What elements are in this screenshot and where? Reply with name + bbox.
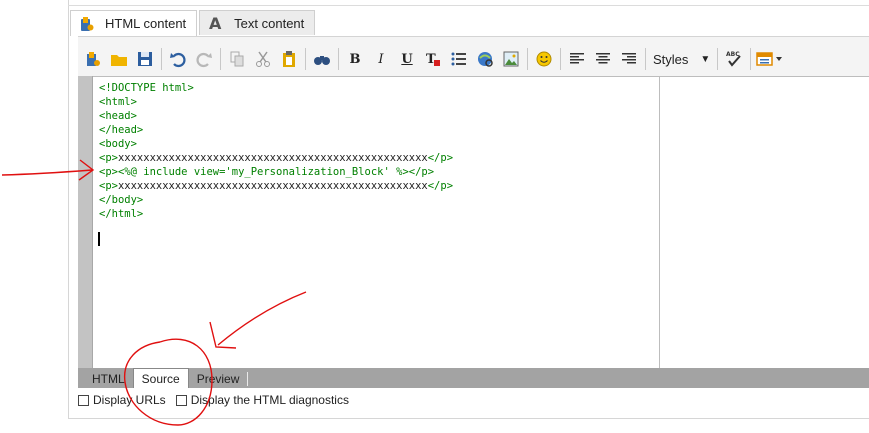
view-mode-tabs: HTML Source Preview	[78, 368, 869, 388]
toolbar-separator	[305, 48, 306, 70]
svg-text:A: A	[209, 15, 222, 31]
code-line: </body>	[99, 194, 144, 206]
undo-icon[interactable]	[165, 46, 191, 72]
toolbar-separator	[220, 48, 221, 70]
redo-icon[interactable]	[191, 46, 217, 72]
code-line: <html>	[99, 96, 137, 108]
tab-preview[interactable]: Preview	[189, 370, 248, 388]
code-line-include: <p><%@ include view='my_Personalization_…	[99, 166, 435, 178]
spellcheck-icon[interactable]: ABC	[721, 46, 747, 72]
save-icon[interactable]	[132, 46, 158, 72]
open-folder-icon[interactable]	[106, 46, 132, 72]
source-code[interactable]: <!DOCTYPE html> <html> <head> </head> <b…	[99, 81, 453, 221]
display-urls-label: Display URLs	[93, 393, 166, 407]
display-urls-option[interactable]: Display URLs	[78, 393, 166, 407]
find-binoculars-icon[interactable]	[309, 46, 335, 72]
code-line: <head>	[99, 110, 137, 122]
align-center-icon[interactable]	[590, 46, 616, 72]
editor-toolbar: B I U T Styles ▼ ABC	[80, 44, 786, 74]
code-line: <p>xxxxxxxxxxxxxxxxxxxxxxxxxxxxxxxxxxxxx…	[99, 152, 454, 164]
paste-icon[interactable]	[276, 46, 302, 72]
toolbar-separator	[750, 48, 752, 70]
bold-button[interactable]: B	[342, 46, 368, 72]
tab-text-content[interactable]: A Text content	[199, 10, 316, 35]
align-left-icon[interactable]	[564, 46, 590, 72]
display-diagnostics-label: Display the HTML diagnostics	[190, 393, 349, 407]
content-tabs: HTML content A Text content	[70, 10, 317, 36]
display-diagnostics-option[interactable]: Display the HTML diagnostics	[175, 393, 349, 407]
tab-label: Text content	[234, 15, 305, 31]
insert-block-dropdown[interactable]	[754, 46, 786, 72]
insert-link-icon[interactable]	[472, 46, 498, 72]
code-line: <!DOCTYPE html>	[99, 82, 194, 94]
display-options: Display URLs Display the HTML diagnostic…	[78, 393, 359, 407]
html-content-icon	[79, 16, 95, 32]
copy-icon[interactable]	[224, 46, 250, 72]
display-diagnostics-checkbox[interactable]	[175, 394, 187, 406]
tab-html-content[interactable]: HTML content	[70, 10, 198, 36]
text-color-icon[interactable]: T	[420, 46, 446, 72]
bullet-list-icon[interactable]	[446, 46, 472, 72]
toolbar-separator	[161, 48, 162, 70]
italic-button[interactable]: I	[368, 46, 394, 72]
toolbar-separator	[338, 48, 339, 70]
code-line: <p>xxxxxxxxxxxxxxxxxxxxxxxxxxxxxxxxxxxxx…	[99, 180, 454, 192]
underline-button[interactable]: U	[394, 46, 420, 72]
tab-separator	[247, 372, 249, 386]
chevron-down-icon: ▼	[700, 53, 711, 65]
text-cursor	[98, 232, 100, 246]
text-content-icon: A	[208, 15, 224, 31]
styles-label: Styles	[653, 51, 689, 67]
code-line: </html>	[99, 208, 144, 220]
editor-right-divider	[659, 76, 660, 368]
tab-source[interactable]: Source	[132, 368, 189, 388]
styles-dropdown[interactable]: Styles ▼	[649, 48, 714, 70]
toolbar-separator	[645, 48, 646, 70]
toolbar-separator	[717, 48, 719, 70]
toolbar-separator	[560, 48, 561, 70]
tab-html[interactable]: HTML	[84, 370, 133, 388]
insert-image-icon[interactable]	[498, 46, 524, 72]
smiley-icon[interactable]	[531, 46, 557, 72]
align-right-icon[interactable]	[616, 46, 642, 72]
insert-html-icon[interactable]	[80, 46, 106, 72]
code-line: <body>	[99, 138, 137, 150]
display-urls-checkbox[interactable]	[78, 394, 89, 406]
tab-label: HTML content	[105, 16, 187, 31]
toolbar-separator	[527, 48, 528, 70]
cut-icon[interactable]	[250, 46, 276, 72]
editor-gutter	[78, 76, 92, 368]
gutter-border	[92, 76, 93, 368]
code-line: </head>	[99, 124, 144, 136]
top-strip	[68, 0, 869, 6]
